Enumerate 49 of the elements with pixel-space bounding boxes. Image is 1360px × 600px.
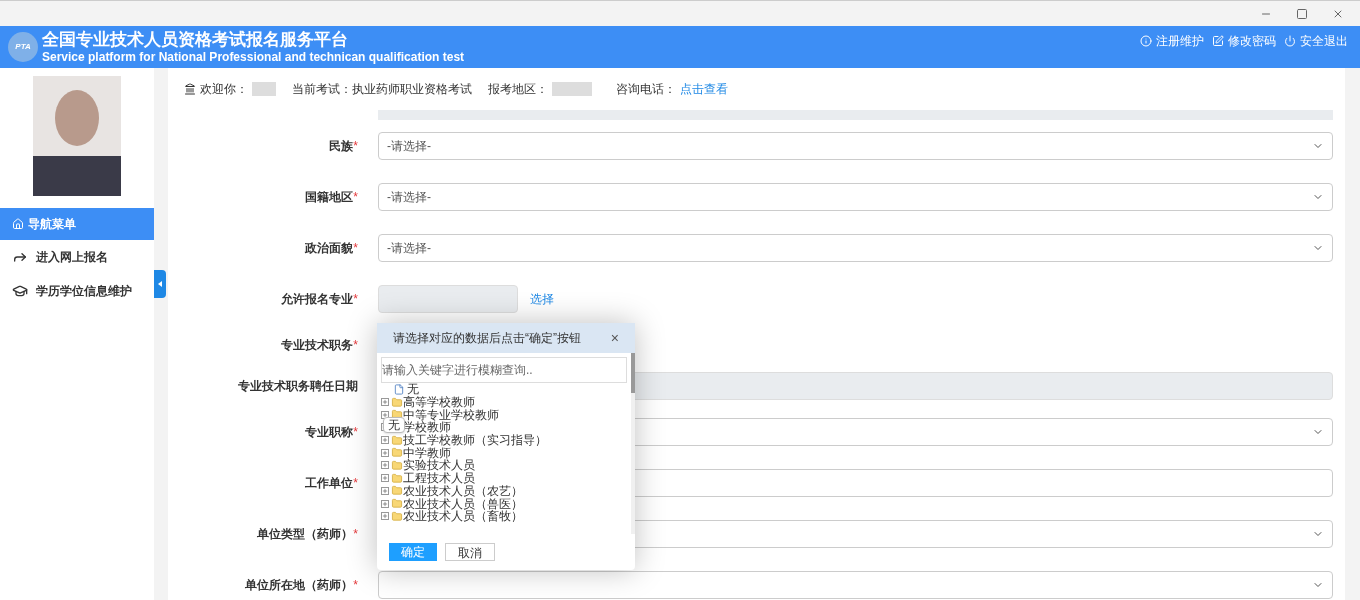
welcome-label: 欢迎你： [200, 81, 248, 98]
tree-item[interactable]: 无 [407, 383, 419, 396]
site-subtitle: Service platform for National Professional and technican qualification test [42, 50, 465, 66]
logo: PTA [8, 32, 38, 62]
field-label: 民族 [329, 137, 354, 155]
required-marker: * [353, 525, 358, 543]
select-link[interactable]: 选择 [530, 289, 554, 308]
dialog-title: 请选择对应的数据后点击“确定”按钮 [393, 330, 582, 347]
tree-item[interactable]: 高等学校教师 [403, 396, 475, 409]
required-marker: * [353, 576, 358, 594]
required-marker: * [353, 423, 358, 441]
field-label: 国籍地区 [305, 188, 354, 206]
tree-item[interactable]: 工程技术人员 [403, 472, 475, 485]
select-field[interactable]: -请选择- [378, 233, 1333, 262]
tree-item[interactable]: 农业技术人员（兽医） [403, 497, 523, 510]
tree-item[interactable]: 农业技术人员（畜牧） [403, 510, 523, 523]
tree-item[interactable]: 农业技术人员（农艺） [403, 484, 523, 497]
cancel-button[interactable]: 取消 [445, 543, 495, 561]
required-marker: * [353, 239, 358, 257]
tooltip: 无 [383, 417, 405, 433]
field-label: 专业职称 [305, 423, 354, 441]
search-field[interactable]: 请输入关键字进行模糊查询.. [381, 357, 627, 383]
phone-link[interactable]: 点击查看 [680, 80, 728, 98]
menu-title: 导航菜单 [0, 208, 154, 240]
phone-label: 咨询电话： [616, 81, 676, 98]
tree-item[interactable]: 中等专业学校教师 [403, 408, 499, 421]
required-marker: * [353, 188, 358, 206]
current-exam: 当前考试：执业药师职业资格考试 [292, 81, 472, 98]
select-field[interactable]: -请选择- [378, 131, 1333, 160]
field-label: 允许报名专业 [281, 290, 354, 308]
field-label: 政治面貌 [305, 239, 354, 257]
sidebar-item[interactable]: 进入网上报名 [0, 240, 154, 274]
field-label: 工作单位 [305, 474, 354, 492]
region-label: 报考地区： [488, 81, 548, 98]
sidebar-item[interactable]: 学历学位信息维护 [0, 274, 154, 308]
site-title: 全国专业技术人员资格考试报名服务平台 [42, 28, 349, 51]
required-marker: * [353, 336, 358, 354]
field-label: 单位所在地（药师） [245, 576, 354, 594]
select-field[interactable]: -请选择- [378, 182, 1333, 211]
field-label: 专业技术职务 [281, 336, 354, 354]
tree-item[interactable]: 技工学校教师（实习指导） [403, 434, 547, 447]
required-marker: * [353, 290, 358, 308]
field-label: 专业技术职务聘任日期 [238, 377, 358, 395]
tree-item[interactable]: 实验技术人员 [403, 459, 475, 472]
close-button[interactable]: × [610, 327, 619, 349]
field-label: 单位类型（药师） [257, 525, 354, 543]
tree-item[interactable]: 中学教师 [403, 446, 451, 459]
required-marker: * [353, 474, 358, 492]
required-marker: * [353, 137, 358, 155]
